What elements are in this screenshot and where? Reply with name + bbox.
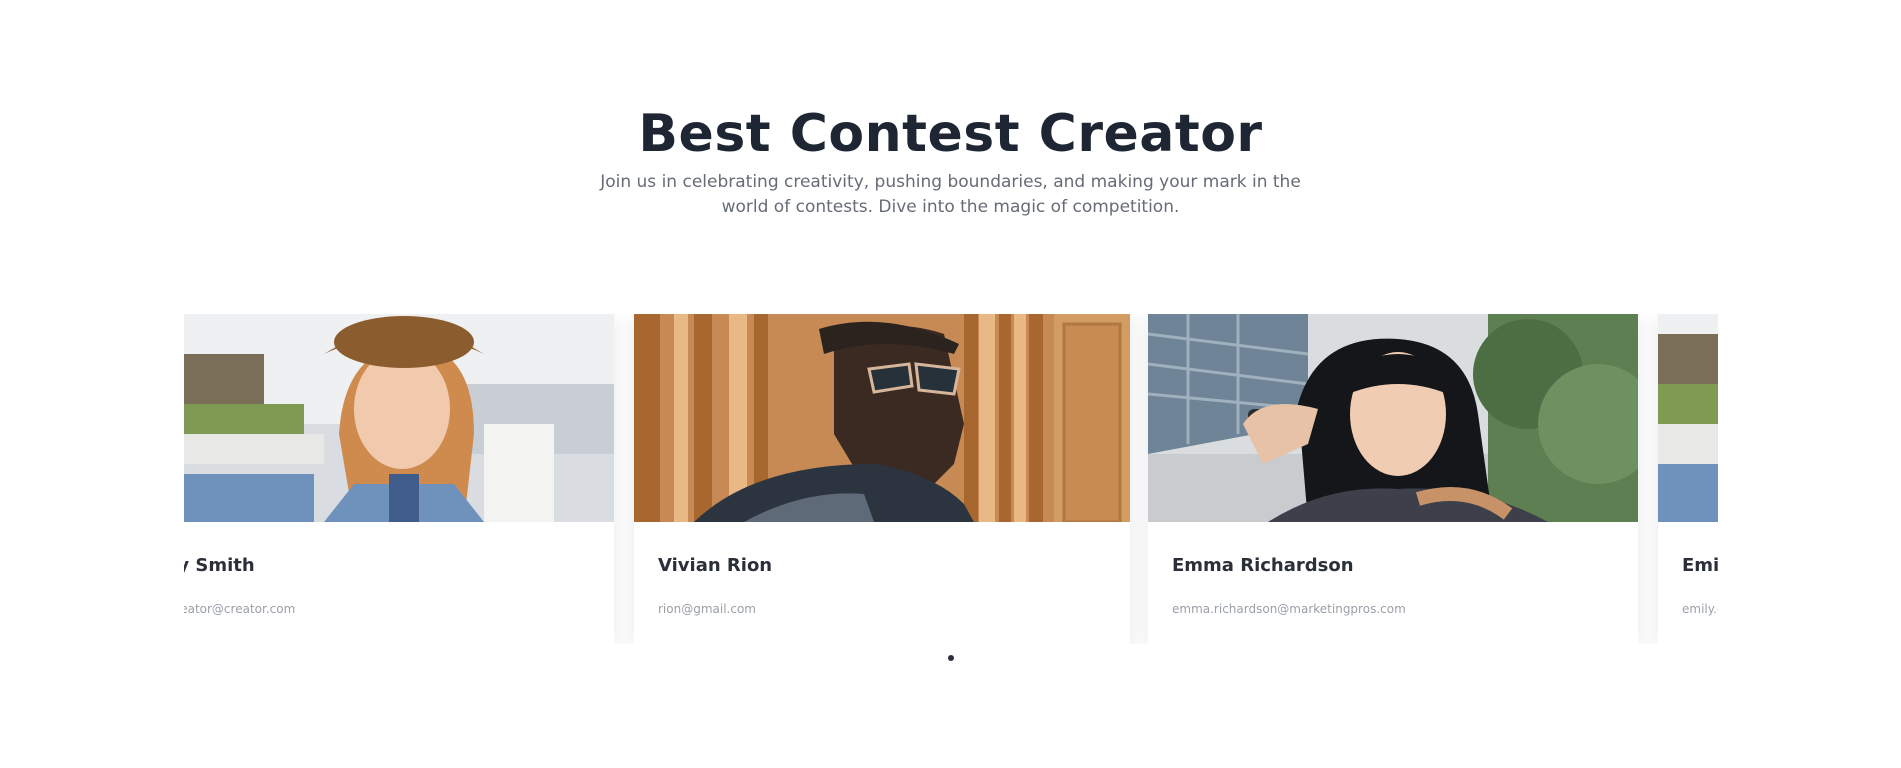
carousel-pagination-dot[interactable] — [948, 655, 954, 661]
creator-photo — [184, 314, 614, 522]
creator-email: emily.creator@creator.com — [184, 602, 296, 616]
creator-name[interactable]: Emily Smith — [1682, 555, 1718, 576]
section-title: Best Contest Creator — [638, 104, 1263, 164]
creator-card[interactable]: Emily Smith emily.creator@creator.com — [1658, 314, 1718, 644]
creator-card[interactable]: Vivian Rion rion@gmail.com — [634, 314, 1130, 644]
creator-name[interactable]: Emily Smith — [184, 555, 255, 576]
creator-name[interactable]: Vivian Rion — [658, 555, 772, 576]
section-subtitle: Join us in celebrating creativity, pushi… — [600, 172, 1301, 217]
creator-photo — [634, 314, 1130, 522]
creator-email: rion@gmail.com — [658, 602, 756, 616]
creator-email: emma.richardson@marketingpros.com — [1172, 602, 1406, 616]
creator-photo — [1148, 314, 1638, 522]
creator-email: emily.creator@creator.com — [1682, 602, 1718, 616]
creator-carousel[interactable]: Emily Smith emily.creator@creator.com — [184, 314, 1718, 644]
creator-photo — [1658, 314, 1718, 522]
creator-card[interactable]: Emily Smith emily.creator@creator.com — [184, 314, 614, 644]
creator-card[interactable]: Emma Richardson emma.richardson@marketin… — [1148, 314, 1638, 644]
creator-name[interactable]: Emma Richardson — [1172, 555, 1354, 576]
